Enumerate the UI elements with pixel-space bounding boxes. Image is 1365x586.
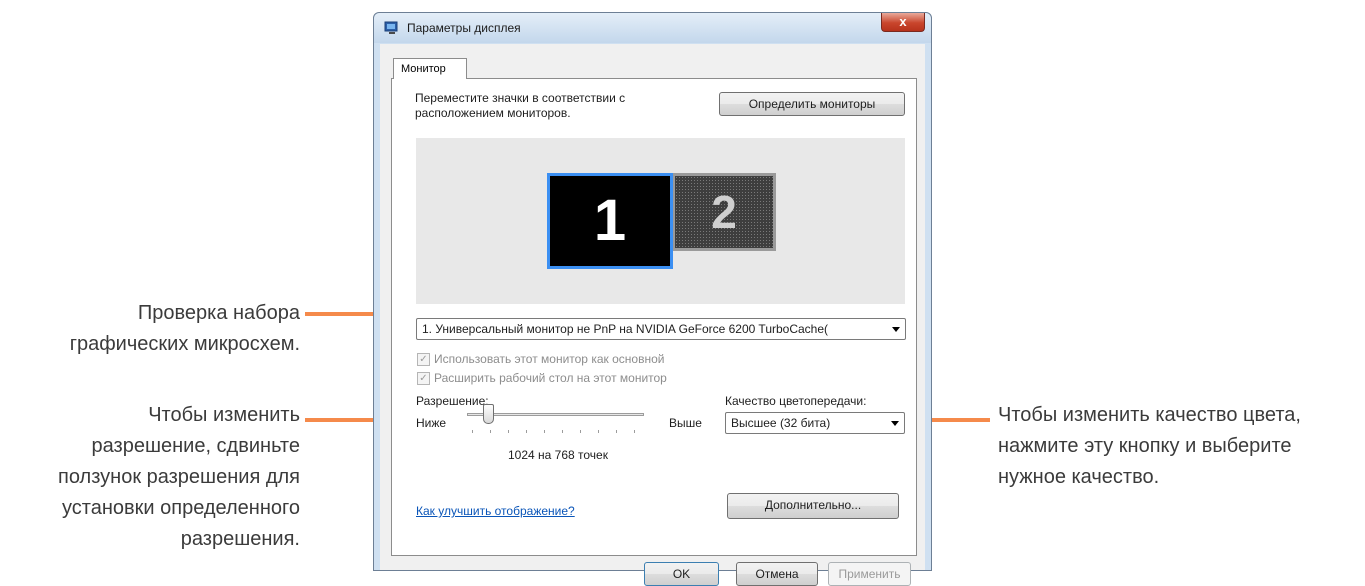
slider-tick [526, 430, 527, 433]
title-bar[interactable]: Параметры дисплея x [374, 13, 931, 43]
callout-resolution-line-2: разрешение, сдвиньте [91, 435, 301, 457]
resolution-high-label: Выше [669, 416, 702, 430]
display-settings-icon [384, 21, 398, 34]
chevron-down-icon [892, 327, 900, 332]
identify-monitors-button[interactable]: Определить мониторы [719, 92, 905, 116]
slider-tick [490, 430, 491, 433]
slider-tick [598, 430, 599, 433]
instructions-line-2: расположением мониторов. [415, 106, 571, 120]
advanced-button[interactable]: Дополнительно... [727, 493, 899, 519]
callout-resolution: Чтобы изменить разрешение, сдвиньте полз… [0, 400, 300, 555]
close-button[interactable]: x [881, 13, 925, 32]
monitor-2-icon[interactable]: 2 [672, 173, 776, 251]
monitor-tab-panel: Переместите значки в соответствии с расп… [391, 78, 917, 556]
callout-resolution-line-1: Чтобы изменить [148, 404, 300, 426]
callout-graphics-line-2: графических микросхем. [69, 333, 300, 355]
slider-tick [634, 430, 635, 433]
extend-desktop-label: Расширить рабочий стол на этот монитор [434, 371, 667, 385]
callout-graphics-line-1: Проверка набора [137, 302, 300, 324]
monitor-1-number: 1 [593, 188, 627, 253]
color-quality-label: Качество цветопередачи: [725, 394, 867, 408]
callout-color-line-3: нужное качество. [998, 466, 1160, 488]
display-settings-window: Параметры дисплея x Монитор Переместите … [373, 12, 932, 586]
callout-resolution-line-4: установки определенного [62, 497, 300, 519]
slider-tick [580, 430, 581, 433]
monitor-1-icon[interactable]: 1 [547, 173, 673, 269]
chevron-down-icon [891, 421, 899, 426]
help-link[interactable]: Как улучшить отображение? [416, 504, 575, 518]
color-quality-select[interactable]: Высшее (32 бита) [725, 412, 905, 434]
extend-desktop-checkbox[interactable]: ✓ [417, 372, 430, 385]
dialog-client-area: Монитор Переместите значки в соответстви… [380, 44, 925, 586]
callout-resolution-line-3: ползунок разрешения для [58, 466, 300, 488]
slider-tick [562, 430, 563, 433]
instructions-line-1: Переместите значки в соответствии с [415, 91, 626, 105]
close-icon: x [899, 14, 907, 29]
tab-monitor[interactable]: Монитор [393, 58, 467, 79]
apply-button[interactable]: Применить [828, 562, 911, 586]
tab-monitor-label: Монитор [401, 63, 446, 75]
slider-tick [472, 430, 473, 433]
resolution-label: Разрешение: [416, 394, 489, 408]
primary-monitor-label: Использовать этот монитор как основной [434, 352, 665, 366]
slider-tick [544, 430, 545, 433]
cancel-button[interactable]: Отмена [736, 562, 818, 586]
callout-color-line-2: нажмите эту кнопку и выберите [998, 435, 1292, 457]
monitor-2-number: 2 [711, 186, 737, 238]
callout-color-quality: Чтобы изменить качество цвета, нажмите э… [998, 400, 1365, 493]
callout-graphics: Проверка набора графических микросхем. [0, 298, 300, 360]
primary-monitor-checkbox[interactable]: ✓ [417, 353, 430, 366]
resolution-low-label: Ниже [416, 416, 447, 430]
display-device-select[interactable]: 1. Универсальный монитор не PnP на NVIDI… [416, 318, 906, 340]
callout-color-line-1: Чтобы изменить качество цвета, [998, 404, 1301, 426]
display-device-value: 1. Универсальный монитор не PnP на NVIDI… [422, 322, 829, 336]
resolution-slider-thumb[interactable] [483, 404, 494, 424]
color-quality-value: Высшее (32 бита) [731, 416, 831, 430]
resolution-value: 1024 на 768 точек [508, 448, 608, 462]
ok-button[interactable]: OK [644, 562, 719, 586]
slider-tick [616, 430, 617, 433]
slider-tick [508, 430, 509, 433]
monitor-arrangement-area: 1 2 [416, 138, 905, 304]
window-title: Параметры дисплея [407, 21, 521, 35]
callout-resolution-line-5: разрешения. [180, 528, 300, 550]
